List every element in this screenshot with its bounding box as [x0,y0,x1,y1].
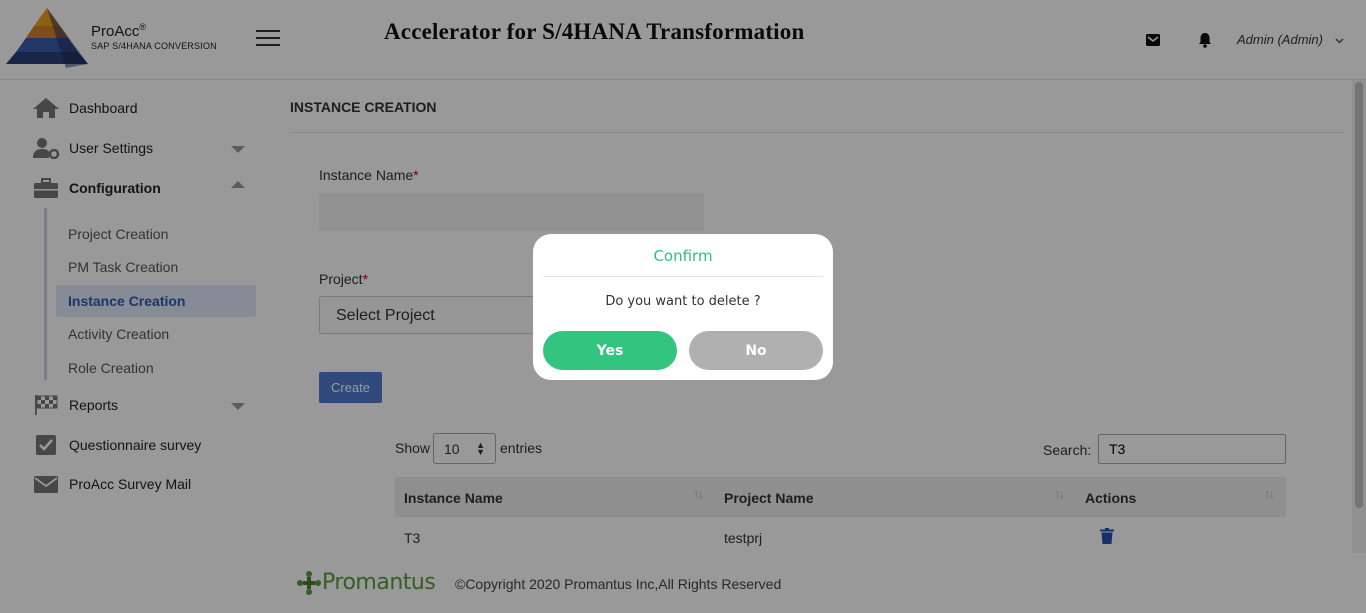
dialog-message: Do you want to delete ? [605,294,761,309]
confirm-dialog: Confirm Do you want to delete ? Yes No [533,234,833,380]
no-button[interactable]: No [689,331,823,370]
yes-button[interactable]: Yes [543,331,677,370]
dialog-title: Confirm [653,247,713,265]
dialog-divider [543,276,823,277]
